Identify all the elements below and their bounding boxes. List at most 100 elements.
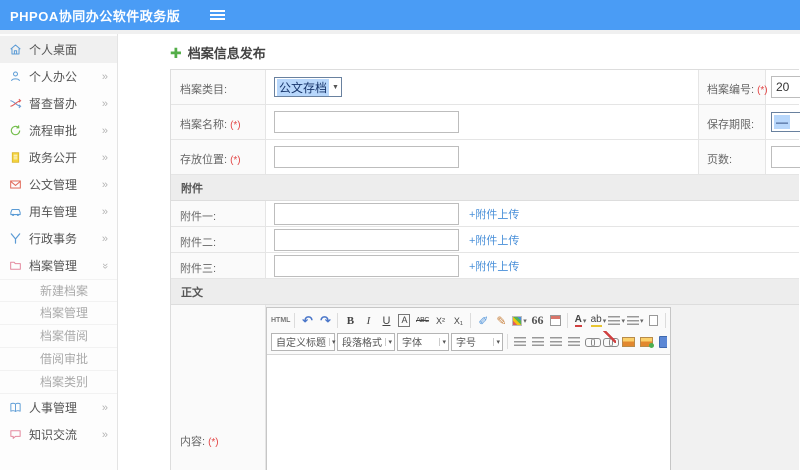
html-source-button[interactable]: HTML bbox=[271, 312, 290, 330]
attachment1-label: 附件一: bbox=[171, 201, 266, 226]
sidebar-item-label: 督查督办 bbox=[29, 97, 78, 111]
attachment2-input[interactable] bbox=[274, 228, 459, 251]
unordered-list-button[interactable]: ▾ bbox=[626, 312, 643, 330]
period-select[interactable]: — bbox=[771, 112, 800, 132]
sidebar-item-gov-disclosure[interactable]: 政务公开 » bbox=[0, 144, 117, 171]
body-section-header: 正文 bbox=[171, 279, 799, 305]
align-left-icon bbox=[514, 337, 526, 346]
period-selected-value: — bbox=[774, 115, 790, 129]
sidebar-item-process-approval[interactable]: 流程审批 » bbox=[0, 117, 117, 144]
paragraph-format-select[interactable]: 段落格式 ▾ bbox=[337, 332, 395, 351]
hamburger-menu-icon[interactable] bbox=[210, 10, 226, 12]
align-justify-icon bbox=[568, 337, 580, 346]
user-icon bbox=[11, 71, 20, 82]
page-title-row: ✚ 档案信息发布 bbox=[170, 43, 800, 62]
custom-title-select[interactable]: 自定义标题 ▾ bbox=[271, 332, 336, 351]
main-content: ✚ 档案信息发布 档案类目: 公文存档 ▼ 档案编号: (*) 20 档案名称:… bbox=[118, 34, 800, 470]
form-row-attachment-1: 附件一: +附件上传 bbox=[171, 201, 799, 227]
chevron-right-icon: » bbox=[101, 401, 108, 414]
align-left-button[interactable] bbox=[512, 333, 528, 351]
submenu-item-archive-borrow[interactable]: 档案借阅 bbox=[0, 325, 117, 348]
calendar-icon bbox=[549, 315, 561, 326]
redo-icon[interactable]: ↷ bbox=[317, 312, 333, 330]
format-painter-icon[interactable]: ✎ bbox=[493, 312, 509, 330]
image-button[interactable] bbox=[620, 333, 636, 351]
image-icon bbox=[621, 336, 635, 347]
blockquote-button[interactable]: 66 bbox=[529, 312, 545, 330]
highlight-color-button[interactable]: ▾ bbox=[511, 312, 527, 330]
sidebar-item-hr-mgmt[interactable]: 人事管理 » bbox=[0, 394, 117, 421]
media-icon bbox=[659, 335, 667, 348]
sidebar-item-vehicle-mgmt[interactable]: 用车管理 » bbox=[0, 198, 117, 225]
link-button[interactable] bbox=[584, 333, 601, 351]
sidebar-item-supervision[interactable]: 督查督办 » bbox=[0, 90, 117, 117]
font-size-select[interactable]: 字号 ▾ bbox=[451, 332, 503, 351]
attachments-section-header: 附件 bbox=[171, 175, 799, 201]
sidebar-item-official-docs[interactable]: 公文管理 » bbox=[0, 171, 117, 198]
sidebar-item-label: 知识交流 bbox=[29, 428, 78, 442]
required-mark: (*) bbox=[208, 437, 219, 448]
undo-icon[interactable]: ↶ bbox=[299, 312, 315, 330]
attachment1-input[interactable] bbox=[274, 202, 459, 225]
attachment2-label: 附件二: bbox=[171, 227, 266, 252]
required-mark: (*) bbox=[230, 120, 241, 131]
sidebar-item-personal-desktop[interactable]: 个人桌面 bbox=[0, 36, 117, 63]
sidebar-item-knowledge[interactable]: 知识交流 » bbox=[0, 421, 117, 448]
storage-location-input[interactable] bbox=[274, 146, 459, 168]
app-header: PHPOA协同办公软件政务版 bbox=[0, 0, 800, 30]
chevron-right-icon: » bbox=[101, 151, 108, 164]
submenu-item-borrow-approval[interactable]: 借阅审批 bbox=[0, 348, 117, 371]
sidebar-item-admin-affairs[interactable]: 行政事务 » bbox=[0, 225, 117, 252]
editor-content-area[interactable] bbox=[267, 355, 670, 470]
underline-button[interactable]: U bbox=[378, 312, 394, 330]
strikethrough-button[interactable]: ABC bbox=[414, 312, 430, 330]
attachment2-upload-link[interactable]: +附件上传 bbox=[469, 232, 519, 248]
add-icon: ✚ bbox=[170, 44, 182, 61]
font-family-select[interactable]: 字体 ▾ bbox=[397, 332, 449, 351]
bold-button[interactable]: B bbox=[342, 312, 358, 330]
unlink-button[interactable] bbox=[602, 331, 619, 351]
list-icon bbox=[626, 316, 639, 325]
attachment3-input[interactable] bbox=[274, 254, 459, 277]
font-color-button[interactable]: A ▾ bbox=[572, 312, 588, 330]
attachment3-upload-link[interactable]: +附件上传 bbox=[469, 258, 519, 274]
align-right-button[interactable] bbox=[548, 333, 564, 351]
align-justify-button[interactable] bbox=[566, 333, 582, 351]
car-icon bbox=[10, 208, 21, 216]
book-icon bbox=[10, 402, 21, 412]
page-title: 档案信息发布 bbox=[187, 46, 266, 61]
background-color-button[interactable]: ab ▾ bbox=[590, 312, 606, 330]
date-insert-button[interactable] bbox=[547, 312, 563, 330]
sidebar-item-label: 个人办公 bbox=[29, 70, 78, 84]
sidebar-item-archive-mgmt[interactable]: 档案管理 » bbox=[0, 252, 117, 279]
form-row-attachment-3: 附件三: +附件上传 bbox=[171, 253, 799, 279]
archive-name-input[interactable] bbox=[274, 111, 459, 133]
format-clear-icon[interactable]: ✐ bbox=[475, 312, 491, 330]
sidebar-item-label: 人事管理 bbox=[29, 401, 78, 415]
chevron-right-icon: » bbox=[101, 97, 108, 110]
location-label: 存放位置: (*) bbox=[171, 140, 266, 174]
submenu-item-archive-mgmt[interactable]: 档案管理 bbox=[0, 302, 117, 325]
subscript-button[interactable]: X₁ bbox=[450, 312, 466, 330]
sidebar-item-personal-office[interactable]: 个人办公 » bbox=[0, 63, 117, 90]
chevron-right-icon: » bbox=[101, 232, 108, 245]
archive-number-input[interactable] bbox=[771, 76, 800, 98]
anchor-button[interactable]: A bbox=[396, 312, 412, 330]
insert-image-button[interactable] bbox=[638, 333, 654, 351]
submenu-item-new-archive[interactable]: 新建档案 bbox=[0, 279, 117, 302]
attachment1-upload-link[interactable]: +附件上传 bbox=[469, 206, 519, 222]
media-button[interactable] bbox=[656, 333, 667, 351]
form-row-category: 档案类目: 公文存档 ▼ 档案编号: (*) bbox=[171, 70, 800, 105]
ordered-list-button[interactable]: ▾ bbox=[608, 312, 625, 330]
form-row-content: 内容: (*) HTML ↶ ↷ B I U A ABC X² X₁ ✐ ✎ ▾… bbox=[171, 305, 799, 470]
submenu-item-archive-category[interactable]: 档案类别 bbox=[0, 371, 117, 394]
folder-icon bbox=[10, 261, 21, 270]
pages-input[interactable] bbox=[771, 146, 800, 168]
list-icon bbox=[608, 316, 621, 325]
category-select[interactable]: 公文存档 ▼ bbox=[274, 77, 342, 97]
superscript-button[interactable]: X² bbox=[432, 312, 448, 330]
italic-button[interactable]: I bbox=[360, 312, 376, 330]
align-center-button[interactable] bbox=[530, 333, 546, 351]
sidebar: 个人桌面 个人办公 » 督查督办 » 流程审批 » 政务公开 » 公文管理 » bbox=[0, 34, 118, 470]
new-document-button[interactable] bbox=[645, 312, 661, 330]
